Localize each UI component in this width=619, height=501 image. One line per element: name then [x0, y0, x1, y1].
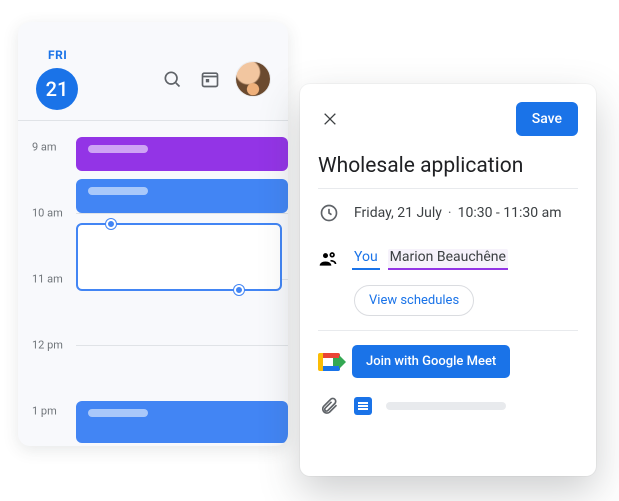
close-icon[interactable] [318, 107, 342, 131]
save-button[interactable]: Save [516, 102, 578, 136]
header-actions [160, 62, 270, 96]
hour-label: 9 am [32, 141, 57, 154]
event-time: 10:30 - 11:30 am [458, 205, 562, 221]
today-icon[interactable] [198, 67, 222, 91]
hour-label: 11 am [32, 273, 63, 286]
attachment-placeholder [386, 402, 506, 410]
clock-icon [318, 203, 340, 223]
new-event-selection[interactable] [76, 223, 282, 291]
date-block: FRI 21 [36, 48, 150, 110]
google-doc-icon[interactable] [354, 397, 372, 415]
search-icon[interactable] [160, 67, 184, 91]
hour-label: 1 pm [32, 405, 57, 418]
grid-line [76, 345, 288, 346]
calendar-event[interactable] [76, 179, 288, 213]
join-meet-button[interactable]: Join with Google Meet [352, 345, 510, 378]
attachment-row [318, 388, 578, 416]
event-detail-card: Save Wholesale application Friday, 21 Ju… [300, 84, 596, 476]
view-schedules-button[interactable]: View schedules [354, 285, 474, 316]
people-icon [318, 249, 338, 273]
meet-row: Join with Google Meet [318, 331, 578, 388]
resize-handle-start[interactable] [106, 219, 116, 229]
calendar-event[interactable] [76, 401, 288, 443]
separator: · [448, 205, 452, 221]
event-time-text: Friday, 21 July · 10:30 - 11:30 am [354, 205, 562, 221]
hour-label: 10 am [32, 207, 63, 220]
guest-chips: You Marion Beauchêne [352, 249, 508, 270]
hour-label: 12 pm [32, 339, 63, 352]
chip-you[interactable]: You [352, 249, 380, 270]
timeline[interactable]: 9 am 10 am 11 am 12 pm 1 pm [18, 121, 288, 446]
chip-guest[interactable]: Marion Beauchêne [388, 249, 508, 270]
calendar-header: FRI 21 [18, 22, 288, 120]
event-date: Friday, 21 July [354, 205, 442, 221]
detail-header: Save [318, 102, 578, 136]
event-time-row[interactable]: Friday, 21 July · 10:30 - 11:30 am [318, 189, 578, 237]
resize-handle-end[interactable] [234, 285, 244, 295]
calendar-event[interactable] [76, 137, 288, 171]
guests-row: You Marion Beauchêne [318, 237, 578, 273]
google-meet-icon [318, 353, 340, 371]
avatar[interactable] [236, 62, 270, 96]
day-of-week-label: FRI [48, 48, 150, 62]
event-title[interactable]: Wholesale application [318, 154, 578, 178]
calendar-day-card: FRI 21 9 am 10 am 11 am 12 pm 1 pm [18, 22, 288, 446]
grid-line [76, 213, 288, 214]
attachment-icon[interactable] [318, 396, 340, 416]
day-number[interactable]: 21 [36, 68, 78, 110]
